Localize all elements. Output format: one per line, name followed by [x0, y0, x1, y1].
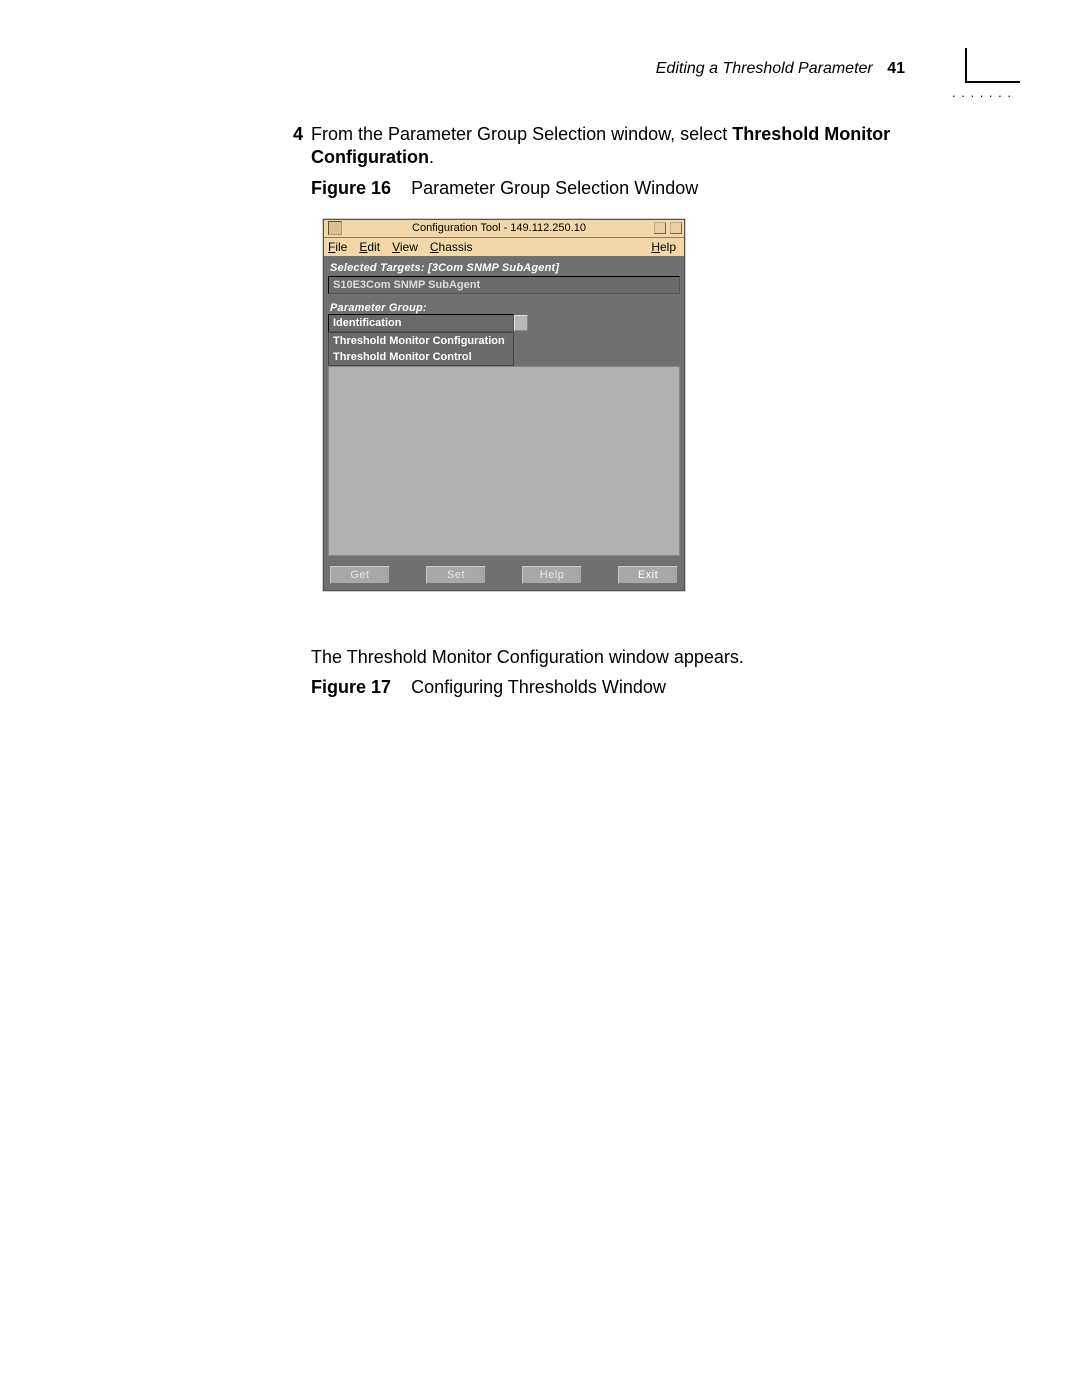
- window-title: Configuration Tool - 149.112.250.10: [346, 222, 652, 234]
- parameter-group-dropdown-list: Threshold Monitor Configuration Threshol…: [328, 332, 514, 366]
- parameter-group-label: Parameter Group:: [330, 302, 680, 314]
- menu-file[interactable]: File: [328, 240, 347, 254]
- parameter-group-value: Identification: [328, 314, 514, 332]
- figure-17-label: Figure 17: [311, 677, 391, 697]
- figure-17-caption: Figure 17 Configuring Thresholds Window: [311, 677, 1005, 698]
- menu-file-label: ile: [335, 240, 347, 254]
- menu-edit-label: dit: [367, 240, 380, 254]
- page-header: Editing a Threshold Parameter 41: [285, 60, 1005, 78]
- dropdown-item-threshold-config[interactable]: Threshold Monitor Configuration: [329, 333, 513, 349]
- step-text-prefix: From the Parameter Group Selection windo…: [311, 124, 732, 144]
- menu-help[interactable]: Help: [651, 240, 676, 254]
- step-number: 4: [285, 123, 303, 170]
- menu-view[interactable]: View: [392, 240, 418, 254]
- step-text-suffix: .: [429, 147, 434, 167]
- menu-help-label: elp: [660, 240, 676, 254]
- step-text: From the Parameter Group Selection windo…: [311, 123, 1005, 170]
- system-menu-button[interactable]: [328, 221, 342, 235]
- page-number: 41: [887, 60, 905, 77]
- parameter-group-select[interactable]: Identification: [328, 314, 514, 332]
- set-button[interactable]: Set: [426, 566, 486, 584]
- menu-view-label: iew: [400, 240, 418, 254]
- selected-targets-field[interactable]: S10E3Com SNMP SubAgent: [328, 276, 680, 294]
- maximize-button[interactable]: [670, 222, 682, 234]
- window-body: Selected Targets: [3Com SNMP SubAgent] S…: [324, 256, 684, 560]
- post-figure-text: The Threshold Monitor Configuration wind…: [311, 646, 1005, 669]
- minimize-button[interactable]: [654, 222, 666, 234]
- get-button[interactable]: Get: [330, 566, 390, 584]
- dropdown-item-threshold-control[interactable]: Threshold Monitor Control: [329, 349, 513, 365]
- figure-16-label: Figure 16: [311, 178, 391, 198]
- menu-edit[interactable]: Edit: [359, 240, 380, 254]
- instruction-step-4: 4 From the Parameter Group Selection win…: [285, 123, 1005, 170]
- menu-chassis[interactable]: Chassis: [430, 240, 473, 254]
- content-canvas: [328, 366, 680, 556]
- figure-17-text: Configuring Thresholds Window: [411, 677, 666, 697]
- config-tool-window: Configuration Tool - 149.112.250.10 File…: [323, 219, 685, 591]
- help-button[interactable]: Help: [522, 566, 582, 584]
- header-dots-decoration: . . . . . . .: [952, 85, 1012, 100]
- section-title: Editing a Threshold Parameter: [656, 60, 873, 77]
- parameter-group-section: Parameter Group: Identification Threshol…: [328, 302, 680, 366]
- figure-16-caption: Figure 16 Parameter Group Selection Wind…: [311, 178, 1005, 199]
- menu-chassis-label: hassis: [439, 240, 473, 254]
- button-row: Get Set Help Exit: [324, 560, 684, 590]
- figure-16-text: Parameter Group Selection Window: [411, 178, 698, 198]
- selected-targets-label: Selected Targets: [3Com SNMP SubAgent]: [330, 262, 680, 274]
- dropdown-toggle-button[interactable]: [514, 315, 528, 331]
- exit-button[interactable]: Exit: [618, 566, 678, 584]
- window-titlebar: Configuration Tool - 149.112.250.10: [324, 220, 684, 238]
- menu-bar: File Edit View Chassis Help: [324, 238, 684, 256]
- page-content: Editing a Threshold Parameter 41 4 From …: [285, 60, 1005, 698]
